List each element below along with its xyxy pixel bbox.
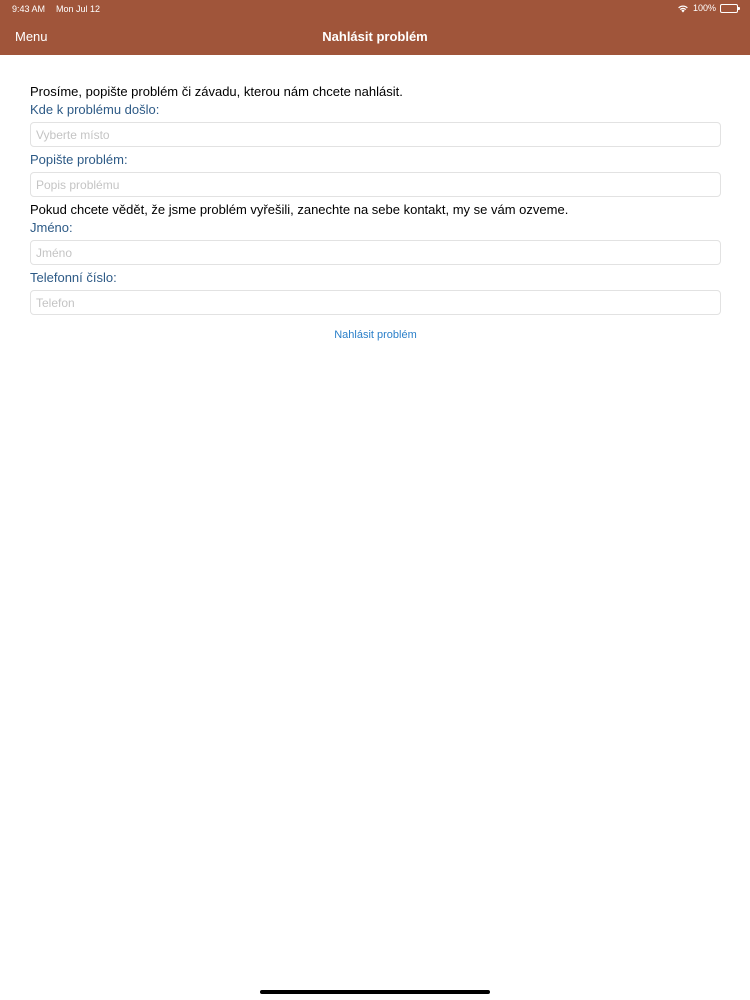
status-date: Mon Jul 12 [56, 4, 101, 14]
status-time: 9:43 AM [12, 4, 46, 14]
name-label: Jméno: [30, 220, 73, 235]
contact-intro-text: Pokud chcete vědět, že jsme problém vyře… [30, 202, 569, 217]
page-title: Nahlásit problém [322, 29, 428, 44]
wifi-icon [677, 4, 689, 13]
location-label: Kde k problému došlo: [30, 102, 160, 117]
home-indicator[interactable] [260, 990, 490, 994]
battery-icon [720, 3, 740, 13]
status-bar: 9:43 AM Mon Jul 12 100% [0, 0, 750, 18]
name-input[interactable] [30, 240, 721, 265]
menu-button[interactable]: Menu [15, 29, 48, 44]
status-indicators: 100% [677, 3, 740, 13]
phone-label: Telefonní číslo: [30, 270, 117, 285]
form-intro-text: Prosíme, popište problém či závadu, kter… [30, 84, 403, 99]
phone-input[interactable] [30, 290, 721, 315]
report-problem-form: Prosíme, popište problém či závadu, kter… [30, 84, 721, 341]
location-input[interactable] [30, 122, 721, 147]
description-input[interactable] [30, 172, 721, 197]
submit-report-button[interactable]: Nahlásit problém [334, 329, 417, 341]
description-label: Popište problém: [30, 152, 128, 167]
battery-percentage: 100% [692, 3, 716, 13]
navigation-bar: 9:43 AM Mon Jul 12 100% Menu Nahlásit pr… [0, 0, 750, 55]
